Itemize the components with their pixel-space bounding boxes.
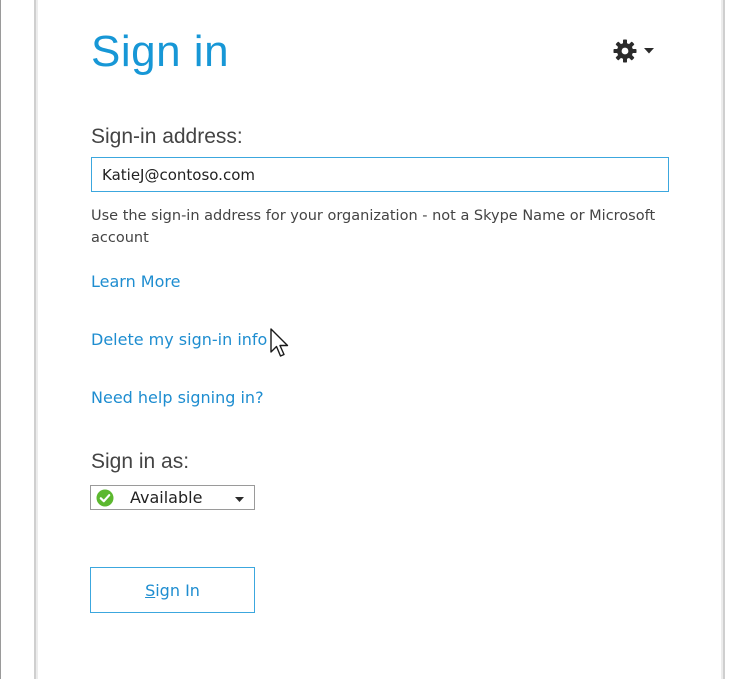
sign-in-button-label: ign In — [155, 580, 200, 600]
chevron-down-icon — [235, 489, 244, 507]
status-selected-value: Available — [130, 488, 203, 507]
chevron-down-icon — [644, 48, 654, 54]
sign-in-button[interactable]: Sign In — [90, 567, 255, 613]
sign-in-as-label: Sign in as: — [91, 450, 190, 473]
gear-icon — [612, 38, 638, 64]
delete-sign-in-info-link[interactable]: Delete my sign-in info — [91, 329, 267, 351]
sign-in-button-mnemonic: S — [145, 580, 156, 600]
page-title: Sign in — [91, 27, 230, 76]
need-help-signing-in-link[interactable]: Need help signing in? — [91, 387, 264, 409]
sign-in-address-hint: Use the sign-in address for your organiz… — [91, 208, 656, 246]
mouse-pointer-icon — [270, 328, 292, 365]
available-check-icon — [91, 489, 114, 507]
window-edge — [0, 0, 1, 679]
sign-in-window: Sign in Sign-in address: KatieJ@contoso.… — [0, 0, 742, 679]
sign-in-address-input[interactable] — [91, 157, 669, 192]
learn-more-link[interactable]: Learn More — [91, 271, 180, 293]
status-dropdown[interactable]: Available — [90, 485, 255, 510]
settings-menu-button[interactable] — [612, 36, 664, 66]
sign-in-address-label: Sign-in address: — [91, 125, 243, 148]
